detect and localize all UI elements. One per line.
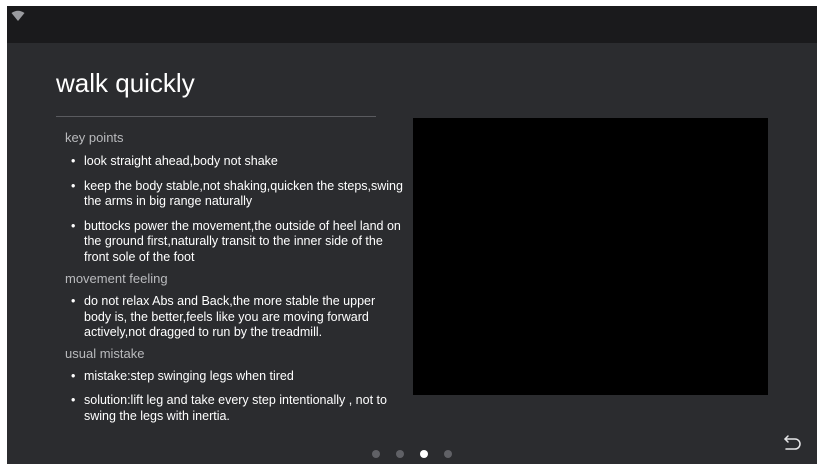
video-player[interactable] [413,118,768,395]
list-item: look straight ahead,body not shake [65,154,405,170]
app-window: walk quickly key points look straight ah… [7,6,817,464]
list-item: keep the body stable,not shaking,quicken… [65,179,405,210]
list-item: mistake:step swinging legs when tired [65,369,405,385]
instructions-panel: key points look straight ahead,body not … [65,130,405,424]
list-item: do not relax Abs and Back,the more stabl… [65,294,405,341]
section-label: usual mistake [65,345,145,361]
page-dot[interactable] [372,450,380,458]
page-dot[interactable] [396,450,404,458]
page-indicator [372,449,452,459]
list-item: solution:lift leg and take every step in… [65,393,405,424]
page-title: walk quickly [56,68,195,98]
usual-mistake-list: mistake:step swinging legs when tired so… [65,369,405,425]
page-dot[interactable] [444,450,452,458]
status-bar [7,6,817,43]
section-label: movement feeling [65,271,168,286]
section-movement-feeling: movement feeling do not relax Abs and Ba… [65,271,405,341]
title-divider [56,116,376,117]
section-usual-mistake: usual mistake mistake:step swinging legs… [65,346,405,425]
movement-feeling-list: do not relax Abs and Back,the more stabl… [65,294,405,341]
wifi-icon [11,10,25,21]
section-key-points: key points look straight ahead,body not … [65,130,405,265]
list-item: buttocks power the movement,the outside … [65,219,405,266]
section-label: key points [65,130,124,145]
back-arrow-icon[interactable] [782,432,804,452]
key-points-list: look straight ahead,body not shake keep … [65,154,405,265]
page-dot-active[interactable] [420,450,428,458]
